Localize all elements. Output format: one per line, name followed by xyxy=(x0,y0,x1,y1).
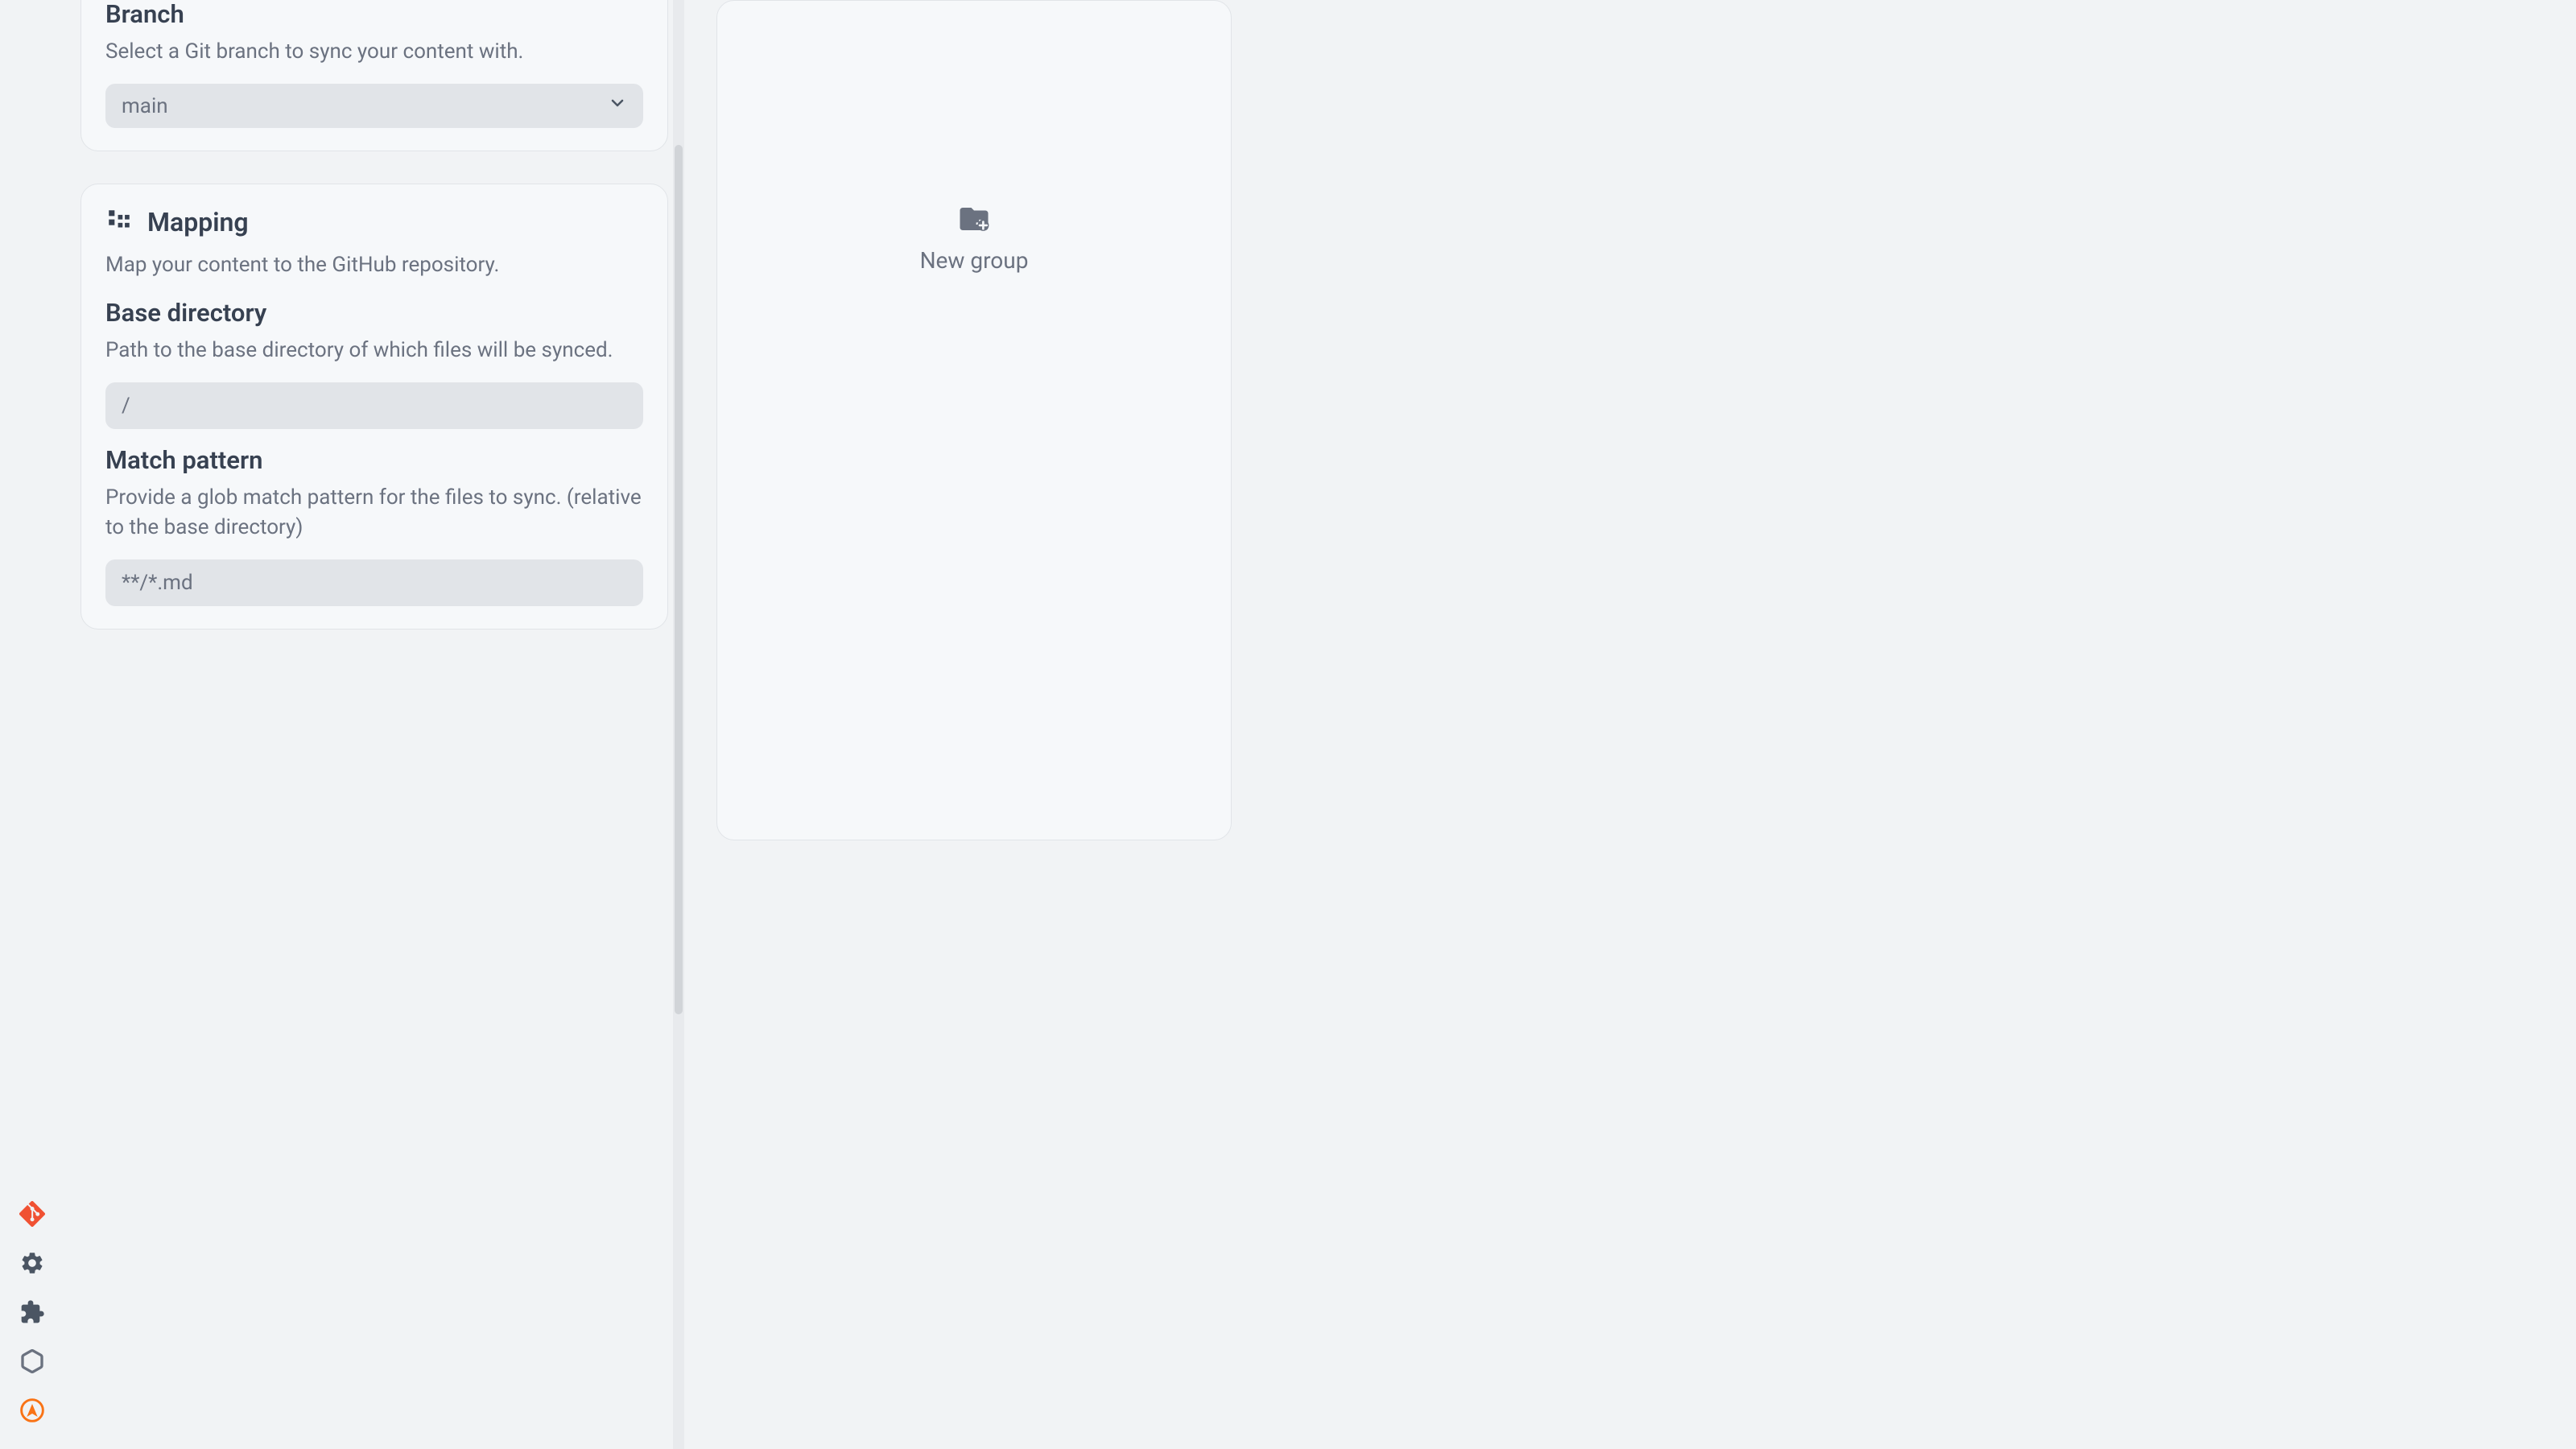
match-pattern-section: Match pattern Provide a glob match patte… xyxy=(105,445,643,606)
hexagon-icon[interactable] xyxy=(18,1347,47,1376)
settings-panel: Branch Select a Git branch to sync your … xyxy=(64,0,684,1449)
git-icon[interactable] xyxy=(18,1199,47,1228)
base-directory-heading: Base directory xyxy=(105,298,643,328)
mapping-header: Mapping xyxy=(105,207,643,237)
mapping-description: Map your content to the GitHub repositor… xyxy=(105,250,643,279)
gear-icon[interactable] xyxy=(18,1249,47,1278)
main-content: Branch Select a Git branch to sync your … xyxy=(0,0,2576,1449)
base-directory-input[interactable] xyxy=(105,382,643,429)
branch-heading: Branch xyxy=(105,0,643,29)
right-panel: New group xyxy=(684,0,2576,1449)
puzzle-icon[interactable] xyxy=(18,1298,47,1327)
sidebar-nav xyxy=(0,1199,64,1449)
scrollbar-thumb[interactable] xyxy=(675,145,683,1014)
mapping-title: Mapping xyxy=(147,207,249,237)
branch-select[interactable]: main xyxy=(105,84,643,128)
chevron-down-icon xyxy=(608,93,627,118)
match-pattern-description: Provide a glob match pattern for the fil… xyxy=(105,483,643,542)
brand-circle-icon[interactable] xyxy=(18,1396,47,1425)
new-group-card[interactable]: New group xyxy=(716,0,1232,840)
match-pattern-heading: Match pattern xyxy=(105,445,643,475)
mapping-icon xyxy=(105,207,133,237)
mapping-card: Mapping Map your content to the GitHub r… xyxy=(80,184,668,630)
base-directory-section: Base directory Path to the base director… xyxy=(105,298,643,429)
scrollbar-track[interactable] xyxy=(673,0,684,1449)
branch-description: Select a Git branch to sync your content… xyxy=(105,37,643,66)
match-pattern-input[interactable] xyxy=(105,559,643,606)
branch-selected-value: main xyxy=(122,94,168,118)
folder-plus-icon xyxy=(957,202,991,239)
branch-card: Branch Select a Git branch to sync your … xyxy=(80,0,668,151)
new-group-label: New group xyxy=(920,247,1029,274)
base-directory-description: Path to the base directory of which file… xyxy=(105,336,643,365)
